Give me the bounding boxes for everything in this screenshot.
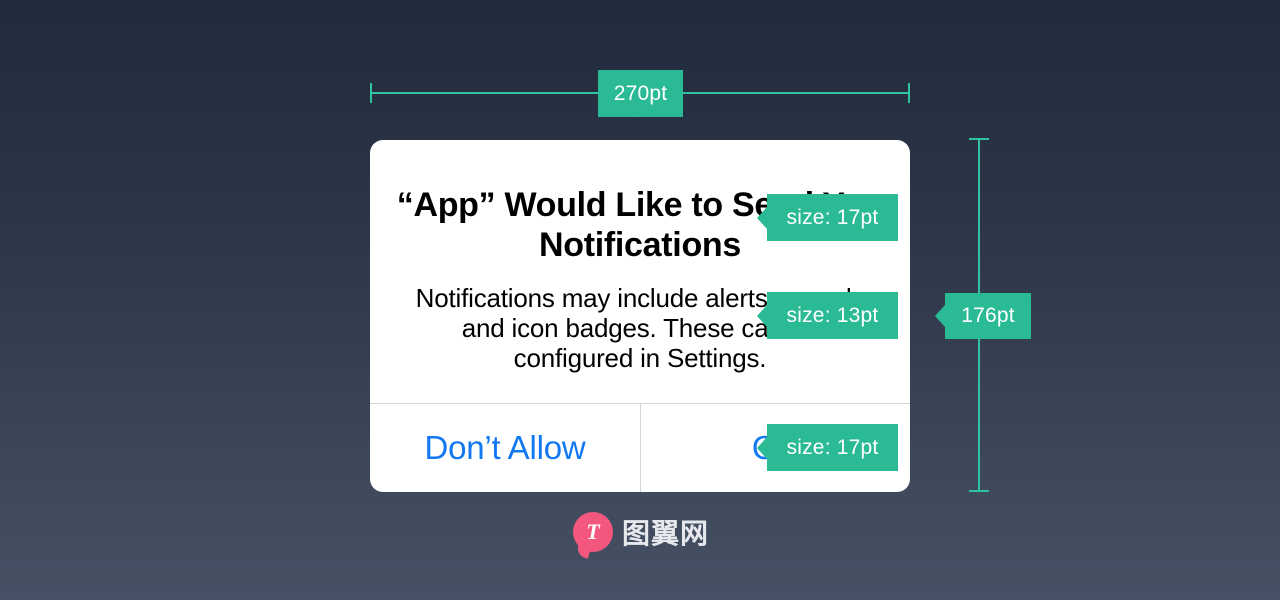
button-size-label: size: 17pt (786, 435, 879, 459)
title-size-badge: size: 17pt (767, 194, 898, 241)
speech-bubble-icon: T (573, 512, 613, 552)
width-measurement-badge: 270pt (598, 70, 683, 117)
width-measurement-label: 270pt (613, 81, 668, 105)
canvas: 270pt 176pt “App” Would Like to Send You… (0, 0, 1280, 600)
height-measurement-badge: 176pt (945, 293, 1031, 339)
title-size-label: size: 17pt (786, 205, 879, 229)
dont-allow-button[interactable]: Don’t Allow (370, 404, 640, 492)
watermark: T 图翼网 (573, 512, 709, 552)
message-size-label: size: 13pt (786, 303, 879, 327)
button-size-badge: size: 17pt (767, 424, 898, 471)
watermark-text: 图翼网 (622, 517, 710, 550)
height-measurement-label: 176pt (961, 304, 1015, 327)
message-size-badge: size: 13pt (767, 292, 898, 339)
watermark-logo-letter: T (586, 519, 600, 544)
dialog-content: “App” Would Like to Send You Notificatio… (370, 140, 910, 403)
